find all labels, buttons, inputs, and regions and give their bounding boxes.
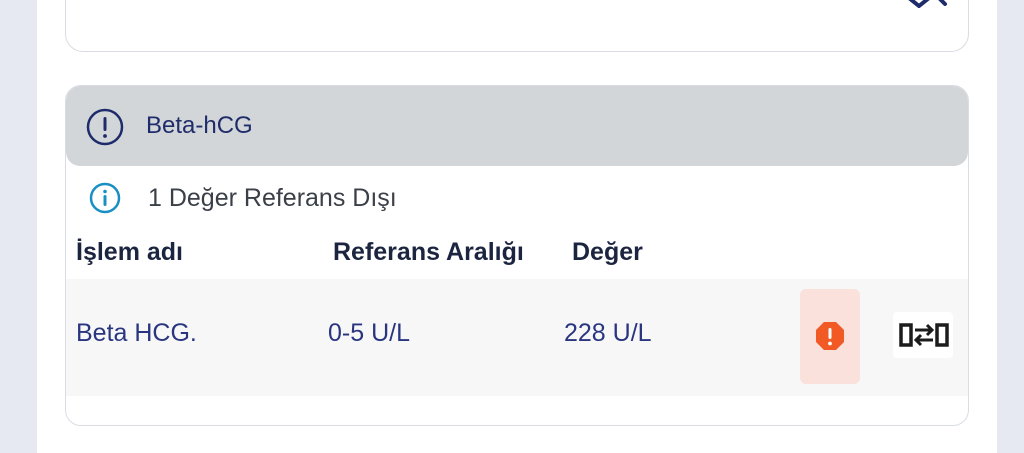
previous-result-card [65,0,969,52]
table-row: Beta HCG. 0-5 U/L 228 U/L [66,279,968,396]
compare-arrows-icon [899,323,949,347]
out-of-range-alert-button[interactable] [800,289,860,384]
test-result-card: Beta-hCG 1 Değer Referans Dışı İşlem adı… [65,85,969,426]
exclamation-circle-icon [86,108,124,146]
warning-octagon-icon [816,322,844,350]
column-header-reference-range: Referans Aralığı [333,238,524,266]
test-name-cell: Beta HCG. [76,319,197,347]
expand-chevron-icon[interactable] [905,0,949,8]
column-header-value: Değer [572,238,643,266]
card-header[interactable]: Beta-hCG [66,86,968,166]
value-cell: 228 U/L [564,319,652,347]
compare-history-button[interactable] [893,312,953,358]
test-title: Beta-hCG [146,112,253,139]
reference-range-cell: 0-5 U/L [328,319,410,347]
out-of-range-notice: 1 Değer Referans Dışı [148,184,397,212]
column-header-test-name: İşlem adı [76,238,183,266]
info-circle-icon [89,182,121,214]
page: Beta-hCG 1 Değer Referans Dışı İşlem adı… [37,0,997,453]
